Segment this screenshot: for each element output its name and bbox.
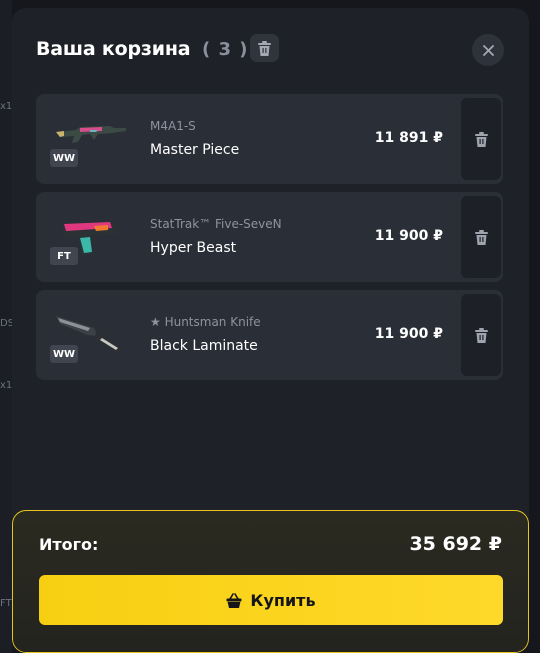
cart-item: WW ★ Huntsman Knife Black Laminate 11 90… [36,290,503,380]
basket-icon [226,592,242,608]
remove-item-button[interactable] [461,196,501,278]
item-type: StatTrak™ Five-SeveN [150,217,282,231]
buy-button[interactable]: Купить [39,575,503,625]
item-name[interactable]: Hyper Beast [150,240,236,256]
item-name[interactable]: Black Laminate [150,338,258,354]
cart-item: WW M4A1-S Master Piece 11 891 ₽ [36,94,503,184]
remove-item-button[interactable] [461,98,501,180]
item-price: 11 900 ₽ [374,326,443,342]
background-text: x1 [0,380,13,391]
buy-button-label: Купить [250,590,316,610]
item-name[interactable]: Master Piece [150,142,239,158]
cart-summary: Итого: 35 692 ₽ Купить [12,510,529,653]
wear-badge: WW [50,149,78,167]
item-type: ★ Huntsman Knife [150,315,261,329]
cart-item: FT StatTrak™ Five-SeveN Hyper Beast 11 9… [36,192,503,282]
item-price: 11 891 ₽ [374,130,443,146]
wear-badge: WW [50,345,78,363]
remove-item-button[interactable] [461,294,501,376]
clear-cart-button[interactable] [250,34,279,62]
cart-modal: Ваша корзина ( 3 ) WW M4A1-S Master Piec… [12,8,529,653]
close-icon [482,44,494,56]
trash-icon [474,131,488,147]
wear-badge: FT [50,247,78,265]
item-type: M4A1-S [150,119,196,133]
total-value: 35 692 ₽ [409,533,502,555]
cart-count: ( 3 ) [202,39,249,60]
cart-title: Ваша корзина [36,38,191,60]
trash-icon [258,40,271,56]
total-label: Итого: [39,535,99,554]
close-button[interactable] [472,34,504,66]
background-text: FT [0,598,12,609]
background-text: x1 [0,101,13,112]
item-price: 11 900 ₽ [374,228,443,244]
trash-icon [474,229,488,245]
trash-icon [474,327,488,343]
